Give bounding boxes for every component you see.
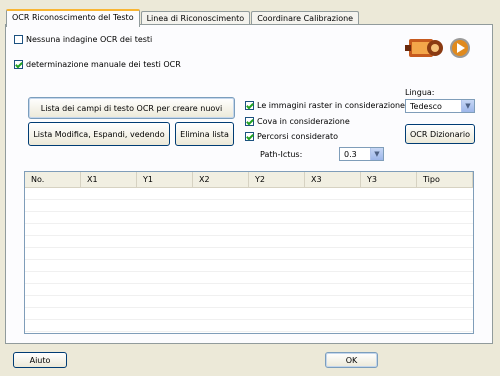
delete-list-button[interactable]: Elimina lista bbox=[175, 122, 234, 146]
column-header[interactable]: Y3 bbox=[361, 172, 417, 187]
ok-button[interactable]: OK bbox=[325, 352, 378, 368]
table-row bbox=[25, 248, 473, 260]
chevron-down-icon[interactable]: ▼ bbox=[370, 148, 383, 160]
table-header: No. X1 Y1 X2 Y2 X3 Y3 Tipo bbox=[25, 172, 473, 188]
checkbox-box[interactable] bbox=[245, 132, 254, 141]
tab-strip: OCR Riconoscimento del Testo Linea di Ri… bbox=[6, 9, 360, 27]
no-ocr-checkbox[interactable]: Nessuna indagine OCR dei testi bbox=[14, 35, 152, 44]
checkbox-box[interactable] bbox=[245, 101, 254, 110]
checkbox-box[interactable] bbox=[14, 35, 23, 44]
table-row bbox=[25, 320, 473, 332]
table-row bbox=[25, 200, 473, 212]
ocr-dictionary-button[interactable]: OCR Dizionario bbox=[405, 124, 475, 144]
checkbox-box[interactable] bbox=[245, 117, 254, 126]
language-select[interactable]: Tedesco ▼ bbox=[405, 99, 475, 113]
path-ictus-label: Path-Ictus: bbox=[260, 150, 303, 159]
cova-label: Cova in considerazione bbox=[257, 117, 350, 126]
table-row bbox=[25, 188, 473, 200]
column-header[interactable]: Tipo bbox=[417, 172, 473, 187]
chevron-down-icon[interactable]: ▼ bbox=[461, 100, 474, 112]
column-header[interactable]: X1 bbox=[81, 172, 137, 187]
manual-ocr-checkbox[interactable]: determinazione manuale dei testi OCR bbox=[14, 60, 181, 69]
column-header[interactable]: Y2 bbox=[249, 172, 305, 187]
column-header[interactable]: Y1 bbox=[137, 172, 193, 187]
film-reel-icon[interactable] bbox=[405, 33, 445, 63]
cova-checkbox[interactable]: Cova in considerazione bbox=[245, 117, 350, 126]
raster-checkbox[interactable]: Le immagini raster in considerazione bbox=[245, 101, 405, 110]
language-value: Tedesco bbox=[410, 101, 442, 111]
tab-ocr[interactable]: OCR Riconoscimento del Testo bbox=[6, 9, 140, 27]
language-label: Lingua: bbox=[405, 88, 435, 97]
checkbox-box[interactable] bbox=[14, 60, 23, 69]
media-controls bbox=[405, 32, 473, 64]
coordinates-table[interactable]: No. X1 Y1 X2 Y2 X3 Y3 Tipo bbox=[24, 171, 474, 334]
list-modify-button[interactable]: Lista Modifica, Espandi, vedendo bbox=[28, 122, 170, 146]
table-row bbox=[25, 260, 473, 272]
no-ocr-label: Nessuna indagine OCR dei testi bbox=[26, 35, 153, 44]
table-row bbox=[25, 296, 473, 308]
table-row bbox=[25, 212, 473, 224]
path-ictus-value: 0.3 bbox=[344, 149, 357, 159]
table-body bbox=[25, 188, 473, 332]
raster-label: Le immagini raster in considerazione bbox=[257, 101, 405, 110]
path-ictus-select[interactable]: 0.3 ▼ bbox=[339, 147, 384, 161]
table-row bbox=[25, 224, 473, 236]
paths-label: Percorsi considerato bbox=[257, 132, 339, 141]
list-fields-button[interactable]: Lista dei campi di testo OCR per creare … bbox=[28, 97, 235, 119]
play-icon[interactable] bbox=[449, 37, 471, 59]
column-header[interactable]: X3 bbox=[305, 172, 361, 187]
table-row bbox=[25, 272, 473, 284]
table-row bbox=[25, 308, 473, 320]
help-button[interactable]: Aiuto bbox=[13, 352, 67, 368]
column-header[interactable]: No. bbox=[25, 172, 81, 187]
manual-ocr-label: determinazione manuale dei testi OCR bbox=[26, 60, 181, 69]
table-row bbox=[25, 284, 473, 296]
paths-checkbox[interactable]: Percorsi considerato bbox=[245, 132, 338, 141]
column-header[interactable]: X2 bbox=[193, 172, 249, 187]
table-row bbox=[25, 236, 473, 248]
